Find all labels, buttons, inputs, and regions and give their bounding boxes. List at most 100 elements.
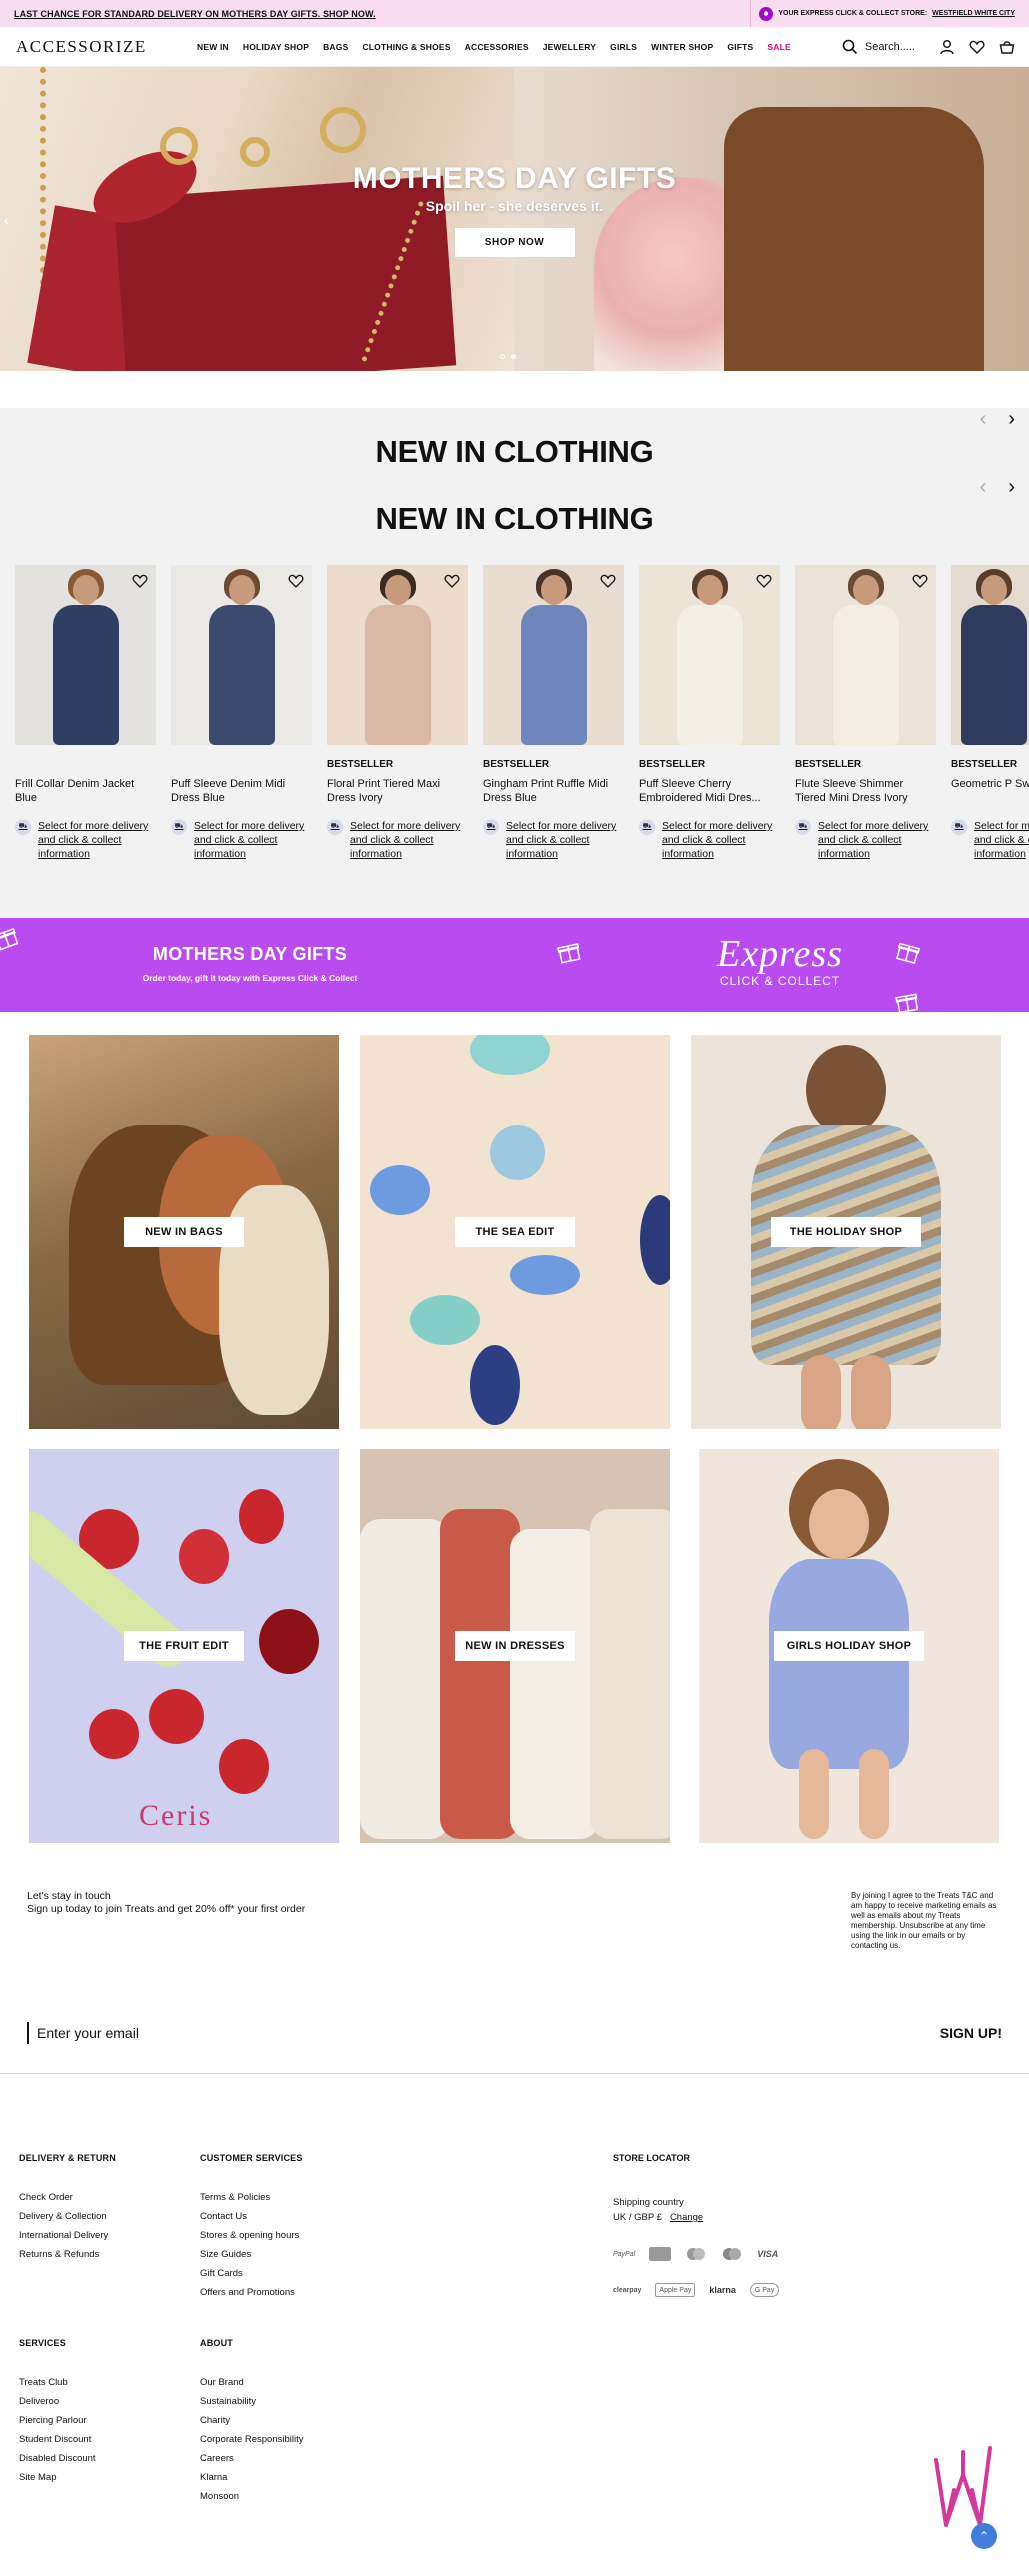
footer-link[interactable]: Student Discount [19,2430,96,2449]
tile-label[interactable]: NEW IN BAGS [124,1217,244,1247]
footer-link[interactable]: Piercing Parlour [19,2411,96,2430]
footer-link[interactable]: Monsoon [200,2487,304,2506]
store-locator-link[interactable]: STORE LOCATOR [613,2153,690,2163]
nav-girls[interactable]: GIRLS [603,42,644,52]
carousel-next-arrow[interactable]: › [1008,476,1015,499]
product-name[interactable]: Gingham Print Ruffle Midi Dress Blue [483,777,624,807]
change-country-link[interactable]: Change [670,2212,703,2223]
nav-sale[interactable]: SALE [760,42,797,52]
footer-link[interactable]: Careers [200,2449,304,2468]
product-image[interactable] [951,565,1029,745]
product-name[interactable]: Geometric P Swimsuit Blu [951,777,1029,807]
tile-holiday-shop[interactable]: THE HOLIDAY SHOP [691,1035,1001,1429]
footer-link[interactable]: Sustainability [200,2392,304,2411]
product-card[interactable]: Puff Sleeve Denim Midi Dress Blue ⛟ Selec… [171,565,312,861]
footer-link[interactable]: Deliveroo [19,2392,96,2411]
product-image[interactable] [171,565,312,745]
carousel-next-arrow[interactable]: › [1008,408,1015,431]
tile-label[interactable]: THE FRUIT EDIT [124,1631,244,1661]
hero-prev-arrow[interactable]: ‹ [4,212,9,228]
wishlist-heart-icon[interactable] [600,573,616,589]
tile-label[interactable]: THE HOLIDAY SHOP [771,1217,921,1247]
product-image[interactable] [795,565,936,745]
email-field[interactable]: Enter your email [27,2022,139,2044]
delivery-info-link[interactable]: ⛟ Select for more delivery and click & co… [483,819,624,861]
brand-logo[interactable]: ACCESSORIZE [0,37,190,57]
tile-label[interactable]: NEW IN DRESSES [455,1631,575,1661]
product-image[interactable] [639,565,780,745]
product-image[interactable] [15,565,156,745]
product-card[interactable]: BESTSELLER Puff Sleeve Cherry Embroidere… [639,565,780,861]
footer-link[interactable]: Offers and Promotions [200,2283,303,2302]
product-image[interactable] [327,565,468,745]
footer-link[interactable]: Klarna [200,2468,304,2487]
wishlist-heart-icon[interactable] [444,573,460,589]
wishlist-heart-icon[interactable] [132,573,148,589]
footer-link[interactable]: Site Map [19,2468,96,2487]
delivery-info-link[interactable]: ⛟ Select for more delivery and click & co… [171,819,312,861]
delivery-info-link[interactable]: ⛟ Select for more delivery and click & co… [15,819,156,861]
product-name[interactable]: Floral Print Tiered Maxi Dress Ivory [327,777,468,807]
footer-link[interactable]: Charity [200,2411,304,2430]
tile-label[interactable]: THE SEA EDIT [455,1217,575,1247]
wishlist-icon[interactable] [969,39,985,55]
delivery-info-link[interactable]: ⛟ Select for more delivery and click & co… [639,819,780,861]
footer-link[interactable]: Stores & opening hours [200,2226,303,2245]
hero-dot[interactable] [500,354,505,359]
footer-link[interactable]: Contact Us [200,2207,303,2226]
product-card[interactable]: BESTSELLER Flute Sleeve Shimmer Tiered M… [795,565,936,861]
tile-sea-edit[interactable]: THE SEA EDIT [360,1035,670,1429]
nav-jewellery[interactable]: JEWELLERY [536,42,603,52]
hero-dot-active[interactable] [511,354,516,359]
nav-clothing-shoes[interactable]: CLOTHING & SHOES [355,42,457,52]
back-to-top-button[interactable]: ⌃ [971,2523,997,2549]
footer-link[interactable]: Disabled Discount [19,2449,96,2468]
product-card[interactable]: Frill Collar Denim Jacket Blue ⛟ Select f… [15,565,156,861]
wishlist-heart-icon[interactable] [912,573,928,589]
tile-new-in-bags[interactable]: NEW IN BAGS [29,1035,339,1429]
footer-link[interactable]: Our Brand [200,2373,304,2392]
nav-gifts[interactable]: GIFTS [720,42,760,52]
wishlist-heart-icon[interactable] [288,573,304,589]
basket-icon[interactable] [999,39,1015,55]
carousel-prev-arrow[interactable]: ‹ [980,476,987,499]
tile-fruit-edit[interactable]: Ceris THE FRUIT EDIT [29,1449,339,1843]
footer-link[interactable]: Corporate Responsibility [200,2430,304,2449]
shop-now-button[interactable]: SHOP NOW [454,228,575,257]
footer-link[interactable]: Check Order [19,2188,116,2207]
footer-link[interactable]: Terms & Policies [200,2188,303,2207]
nav-winter-shop[interactable]: WINTER SHOP [644,42,720,52]
tile-new-in-dresses[interactable]: NEW IN DRESSES [360,1449,670,1843]
delivery-info-link[interactable]: ⛟ Select for more delivery and click & co… [951,819,1029,861]
product-card[interactable]: BESTSELLER Geometric P Swimsuit Blu ⛟ Sel… [951,565,1029,861]
product-image[interactable] [483,565,624,745]
footer-link[interactable]: Delivery & Collection [19,2207,116,2226]
product-card[interactable]: BESTSELLER Floral Print Tiered Maxi Dres… [327,565,468,861]
search-input[interactable]: Search..... [842,39,915,55]
promo-link[interactable]: LAST CHANCE FOR STANDARD DELIVERY ON MOT… [0,9,750,19]
express-click-collect-banner[interactable]: MOTHERS DAY GIFTS Order today, gift it t… [0,918,1029,1012]
footer-link[interactable]: Size Guides [200,2245,303,2264]
product-card[interactable]: BESTSELLER Gingham Print Ruffle Midi Dre… [483,565,624,861]
sign-up-button[interactable]: SIGN UP! [940,2025,1002,2041]
tile-girls-holiday-shop[interactable]: GIRLS HOLIDAY SHOP [699,1449,999,1843]
nav-accessories[interactable]: ACCESSORIES [458,42,536,52]
footer-link[interactable]: Returns & Refunds [19,2245,116,2264]
product-name[interactable]: Puff Sleeve Cherry Embroidered Midi Dres… [639,777,780,807]
nav-bags[interactable]: BAGS [316,42,355,52]
product-name[interactable]: Flute Sleeve Shimmer Tiered Mini Dress I… [795,777,936,807]
wishlist-heart-icon[interactable] [756,573,772,589]
product-name[interactable]: Puff Sleeve Denim Midi Dress Blue [171,777,312,807]
store-name-link[interactable]: WESTFIELD WHITE CITY [932,10,1015,17]
nav-holiday-shop[interactable]: HOLIDAY SHOP [236,42,316,52]
carousel-prev-arrow[interactable]: ‹ [980,408,987,431]
product-name[interactable]: Frill Collar Denim Jacket Blue [15,777,156,807]
click-collect-store[interactable]: YOUR EXPRESS CLICK & COLLECT STORE: WEST… [750,0,1029,27]
hero-banner[interactable]: MOTHERS DAY GIFTS Spoil her - she deserv… [0,67,1029,371]
delivery-info-link[interactable]: ⛟ Select for more delivery and click & co… [327,819,468,861]
delivery-info-link[interactable]: ⛟ Select for more delivery and click & co… [795,819,936,861]
tile-label[interactable]: GIRLS HOLIDAY SHOP [774,1631,924,1661]
footer-link[interactable]: Treats Club [19,2373,96,2392]
nav-new-in[interactable]: NEW IN [190,42,236,52]
account-icon[interactable] [939,39,955,55]
